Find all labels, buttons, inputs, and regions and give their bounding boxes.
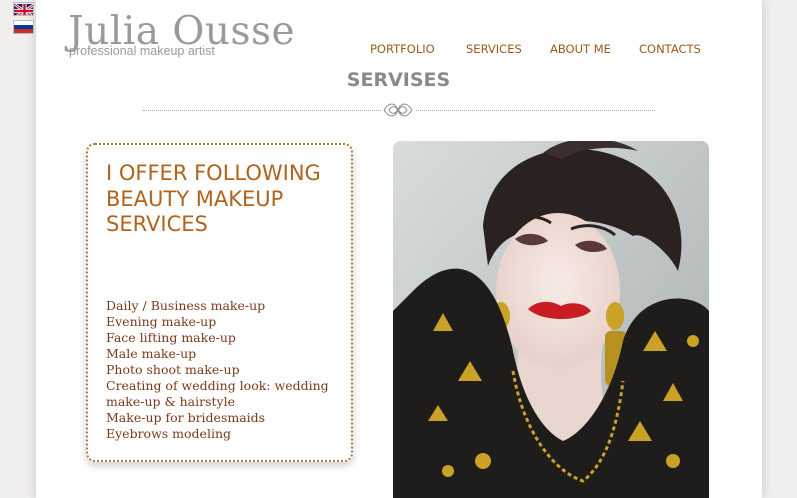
list-item: Creating of wedding look: wedding make-u…	[106, 378, 329, 409]
services-list: Daily / Business make-up Evening make-up…	[106, 298, 346, 442]
list-item: Eyebrows modeling	[106, 426, 231, 441]
uk-flag-icon[interactable]	[13, 2, 34, 16]
russia-flag-icon[interactable]	[13, 20, 34, 34]
list-item: Face lifting make-up	[106, 330, 236, 345]
list-item: Make-up for bridesmaids	[106, 410, 266, 425]
services-box: I OFFER FOLLOWING BEAUTY MAKEUP SERVICES…	[86, 143, 353, 462]
nav-item-contacts[interactable]: CONTACTS	[639, 42, 701, 56]
list-item: Daily / Business make-up	[106, 298, 266, 313]
nav-item-portfolio[interactable]: PORTFOLIO	[370, 42, 435, 56]
services-heading: I OFFER FOLLOWING BEAUTY MAKEUP SERVICES	[106, 161, 321, 236]
logo-tagline: professional makeup artist	[69, 44, 215, 58]
ornament-icon	[381, 99, 415, 121]
list-item: Male make-up	[106, 346, 197, 361]
page-title: SERVISES	[346, 69, 451, 91]
portrait-photo	[393, 141, 709, 498]
nav-item-services[interactable]: SERVICES	[466, 42, 522, 56]
list-item: Photo shoot make-up	[106, 362, 240, 377]
nav-item-about-me[interactable]: ABOUT ME	[550, 42, 611, 56]
list-item: Evening make-up	[106, 314, 217, 329]
